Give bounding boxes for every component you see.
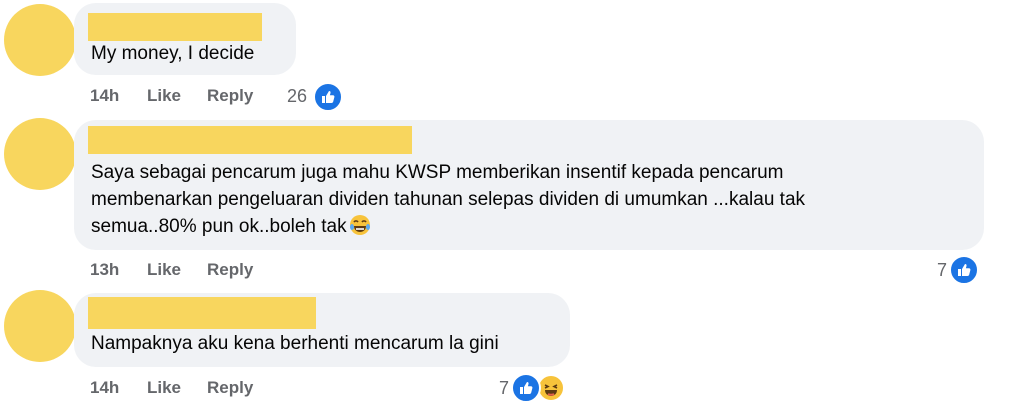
reply-button[interactable]: Reply [207,86,253,106]
reply-button[interactable]: Reply [207,378,253,398]
reaction-count[interactable]: 7 [937,258,947,282]
comment-text-line-2: membenarkan pengeluaran dividen tahunan … [91,189,806,210]
comment-text: Nampaknya aku kena berhenti mencarum la … [91,333,499,354]
like-button[interactable]: Like [147,378,181,398]
comment-bubble: Saya sebagai pencarum juga mahu KWSP mem… [74,120,984,250]
like-button[interactable]: Like [147,86,181,106]
timestamp[interactable]: 13h [90,260,119,280]
redacted-author-name[interactable] [88,126,412,154]
avatar[interactable] [4,118,76,190]
comment-text-line-1: Saya sebagai pencarum juga mahu KWSP mem… [91,162,784,183]
haha-icon[interactable] [537,374,565,402]
like-icon[interactable] [949,255,979,285]
comment-actions: 14h Like Reply [0,378,400,400]
comment-bubble: Nampaknya aku kena berhenti mencarum la … [74,293,570,367]
avatar[interactable] [4,290,76,362]
reaction-count[interactable]: 7 [499,376,509,400]
like-icon[interactable] [511,373,541,403]
like-button[interactable]: Like [147,260,181,280]
comment-text-line-3: semua..80% pun ok..boleh tak [91,212,371,242]
comment-actions: 13h Like Reply [0,260,400,282]
redacted-author-name[interactable] [88,13,262,41]
avatar[interactable] [4,4,76,76]
tears-of-joy-emoji [349,215,370,235]
timestamp[interactable]: 14h [90,378,119,398]
timestamp[interactable]: 14h [90,86,119,106]
redacted-author-name[interactable] [88,297,316,329]
comment-text: My money, I decide [91,43,255,64]
comment-bubble: My money, I decide [74,3,296,75]
reaction-count[interactable]: 26 [287,84,307,108]
like-icon[interactable] [313,82,343,112]
reply-button[interactable]: Reply [207,260,253,280]
